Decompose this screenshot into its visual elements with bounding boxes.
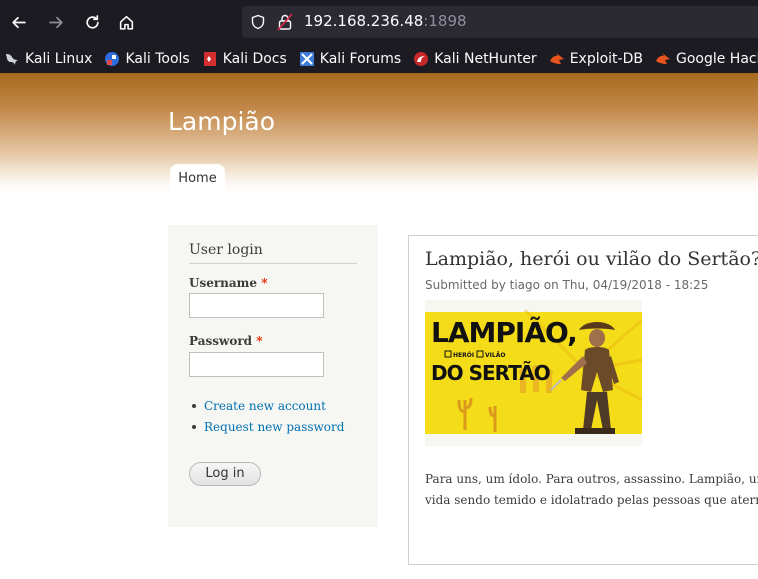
bookmark-label: Kali Linux bbox=[25, 50, 93, 67]
bookmark-label: Kali Tools bbox=[125, 50, 190, 67]
home-icon bbox=[119, 15, 133, 30]
article-node: Lampião, herói ou vilão do Sertão? Submi… bbox=[408, 235, 758, 565]
back-arrow-icon bbox=[11, 16, 26, 28]
site-name[interactable]: Lampião bbox=[168, 107, 275, 136]
article-body: Para uns, um ídolo. Para outros, assassi… bbox=[425, 469, 758, 511]
home-button[interactable] bbox=[111, 7, 141, 37]
article-body-line-1: Para uns, um ídolo. Para outros, assassi… bbox=[425, 472, 758, 486]
page-content: Lampião Home User login Username * Passw… bbox=[0, 73, 758, 579]
url-port: :1898 bbox=[423, 12, 467, 30]
reload-icon bbox=[85, 14, 99, 29]
password-label-text: Password bbox=[189, 334, 253, 348]
shield-icon[interactable] bbox=[250, 14, 266, 30]
back-button[interactable] bbox=[3, 7, 33, 37]
bookmark-label: Kali NetHunter bbox=[434, 50, 537, 67]
password-input[interactable] bbox=[189, 352, 324, 377]
forward-button[interactable] bbox=[41, 7, 71, 37]
kali-dragon-icon bbox=[6, 53, 18, 65]
password-label: Password * bbox=[189, 334, 263, 348]
bookmark-kali-linux[interactable]: Kali Linux bbox=[4, 51, 92, 67]
kali-forums-icon bbox=[299, 51, 314, 66]
bookmark-label: Exploit-DB bbox=[569, 50, 643, 67]
url-text[interactable]: 192.168.236.48:1898 bbox=[304, 12, 467, 30]
request-password-link[interactable]: Request new password bbox=[204, 420, 344, 434]
bookmark-label: Google Hacking DB bbox=[675, 50, 758, 67]
required-mark: * bbox=[261, 276, 268, 290]
bookmark-kali-nethunter[interactable]: Kali NetHunter bbox=[413, 50, 537, 67]
poster-option-vilao: VILÃO bbox=[485, 352, 505, 359]
bookmark-ghdb[interactable]: Google Hacking DB bbox=[655, 51, 758, 67]
ghdb-icon bbox=[655, 52, 670, 64]
article-image: LAMPIÃO, HERÓI VILÃO DO SERTÃO bbox=[425, 300, 642, 446]
bookmark-label: Kali Docs bbox=[222, 50, 287, 67]
username-label: Username * bbox=[189, 276, 267, 290]
article-title[interactable]: Lampião, herói ou vilão do Sertão? bbox=[425, 248, 758, 270]
forward-arrow-icon bbox=[48, 16, 63, 28]
kali-nethunter-icon bbox=[414, 51, 429, 66]
lampiao-poster-illustration: LAMPIÃO, HERÓI VILÃO DO SERTÃO bbox=[425, 300, 642, 446]
username-input[interactable] bbox=[189, 293, 324, 318]
login-links: Create new account Request new password bbox=[189, 395, 344, 437]
url-bar[interactable]: 192.168.236.48:1898 bbox=[242, 6, 758, 38]
bookmark-kali-forums[interactable]: Kali Forums bbox=[299, 51, 401, 67]
required-mark: * bbox=[256, 334, 263, 348]
bookmark-kali-tools[interactable]: Kali Tools bbox=[104, 50, 190, 67]
create-account-link[interactable]: Create new account bbox=[204, 399, 326, 413]
browser-toolbar: 192.168.236.48:1898 bbox=[0, 0, 758, 44]
username-label-text: Username bbox=[189, 276, 258, 290]
reload-button[interactable] bbox=[77, 7, 107, 37]
poster-line1: LAMPIÃO, bbox=[431, 315, 577, 349]
bookmark-label: Kali Forums bbox=[319, 50, 402, 67]
url-host: 192.168.236.48 bbox=[304, 12, 424, 30]
bookmark-kali-docs[interactable]: Kali Docs bbox=[202, 51, 287, 67]
article-body-line-2: vida sendo temido e idolatrado pelas pes… bbox=[425, 493, 758, 507]
insecure-lock-icon[interactable] bbox=[277, 13, 293, 31]
user-login-block: User login Username * Password * Create … bbox=[168, 225, 378, 527]
kali-docs-icon bbox=[203, 51, 216, 66]
login-button[interactable]: Log in bbox=[189, 462, 261, 486]
bullet-icon bbox=[192, 403, 196, 408]
tab-home[interactable]: Home bbox=[170, 164, 225, 192]
exploit-db-icon bbox=[549, 52, 564, 64]
article-submitted: Submitted by tiago on Thu, 04/19/2018 - … bbox=[425, 278, 709, 292]
bookmark-exploit-db[interactable]: Exploit-DB bbox=[549, 51, 643, 67]
block-title: User login bbox=[189, 242, 357, 264]
bookmarks-toolbar: Kali Linux Kali Tools Kali Docs Kali For… bbox=[0, 44, 758, 73]
list-item: Create new account bbox=[189, 395, 344, 416]
bullet-icon bbox=[192, 424, 196, 429]
poster-line2: DO SERTÃO bbox=[431, 361, 550, 385]
kali-tools-icon bbox=[105, 51, 120, 66]
list-item: Request new password bbox=[189, 416, 344, 437]
site-header bbox=[0, 73, 758, 193]
poster-option-heroi: HERÓI bbox=[453, 352, 474, 359]
